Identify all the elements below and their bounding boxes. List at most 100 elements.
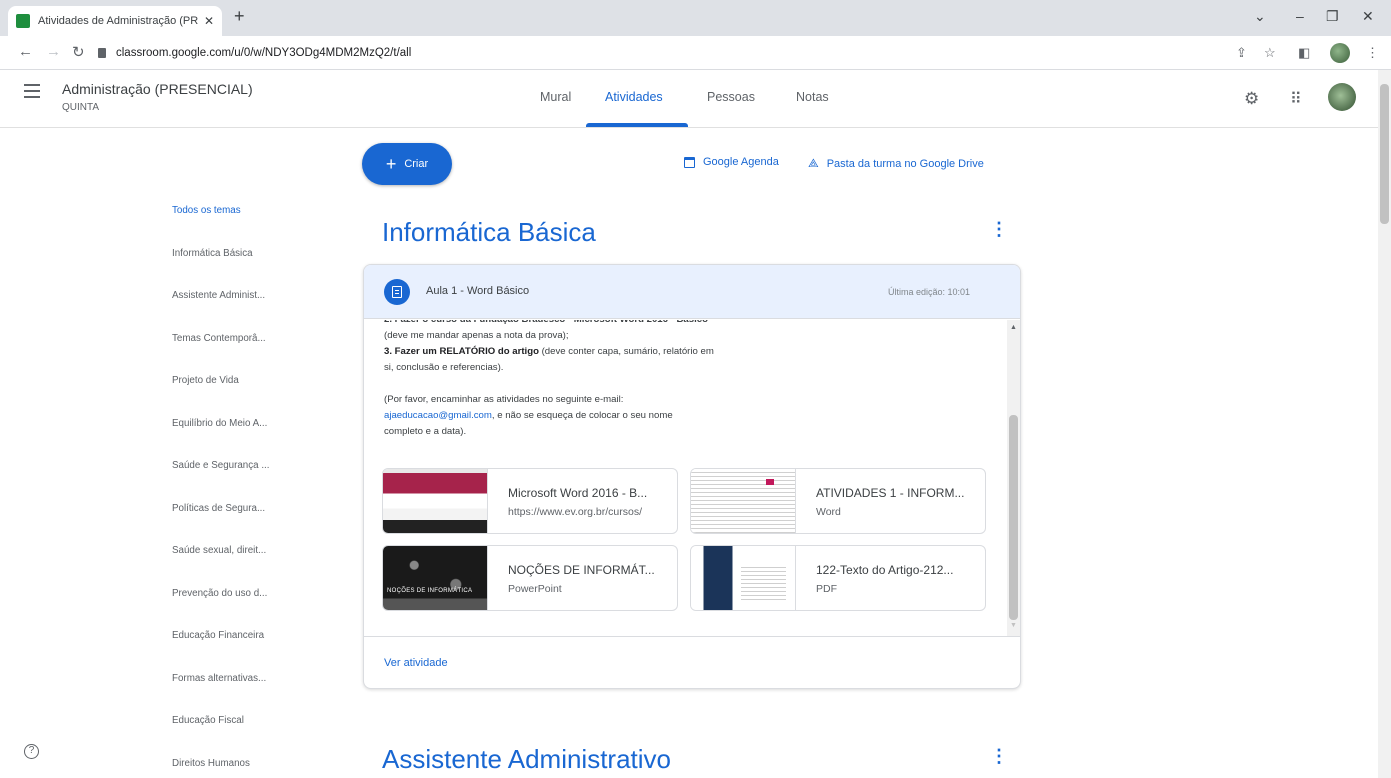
assignment-title: Aula 1 - Word Básico — [426, 285, 530, 297]
google-calendar-link[interactable]: Google Agenda — [684, 156, 779, 168]
attachment-word-course[interactable]: Microsoft Word 2016 - B... https://www.e… — [382, 468, 678, 534]
card-body: 2. Fazer o curso da Fundação Bradesco - … — [364, 320, 1020, 636]
lock-icon — [98, 48, 106, 58]
menu-icon[interactable] — [24, 84, 40, 98]
desc-line: completo e a data). — [384, 426, 467, 437]
calendar-link-label: Google Agenda — [703, 156, 779, 168]
topic-item[interactable]: Temas Contemporâ... — [172, 333, 292, 376]
topics-sidebar: Todos os temas Informática Básica Assist… — [172, 205, 292, 778]
attachment-thumbnail: NOÇÕES DE INFORMÁTICA — [383, 546, 488, 610]
more-vert-icon[interactable]: ⋮ — [990, 746, 1008, 767]
last-edited: Última edição: 10:01 — [887, 287, 970, 297]
tab-pessoas[interactable]: Pessoas — [707, 90, 755, 104]
topic-item[interactable]: Equilíbrio do Meio A... — [172, 418, 292, 461]
minimize-icon[interactable]: – — [1296, 8, 1304, 24]
new-tab-icon[interactable]: + — [234, 6, 245, 27]
address-bar[interactable]: classroom.google.com/u/0/w/NDY3ODg4MDM2M… — [98, 41, 1218, 65]
attachment-atividades-word[interactable]: ATIVIDADES 1 - INFORM... Word — [690, 468, 986, 534]
browser-menu-icon[interactable]: ⋮ — [1366, 45, 1379, 61]
more-vert-icon[interactable]: ⋮ — [990, 219, 1008, 240]
drive-icon: ⟁ — [808, 156, 819, 170]
reload-icon[interactable]: ↻ — [72, 43, 85, 61]
topic-item[interactable]: Projeto de Vida — [172, 375, 292, 418]
card-header[interactable]: Aula 1 - Word Básico Última edição: 10:0… — [364, 265, 1020, 319]
desc-bold: 3. Fazer um RELATÓRIO do artigo — [384, 346, 539, 357]
attachment-title: ATIVIDADES 1 - INFORM... — [816, 486, 965, 500]
help-icon[interactable]: ? — [24, 744, 39, 759]
attachment-title: Microsoft Word 2016 - B... — [508, 486, 648, 500]
section-title: Assistente Administrativo — [382, 744, 672, 774]
drive-folder-link[interactable]: ⟁ Pasta da turma no Google Drive — [808, 156, 984, 171]
desc-line: (Por favor, encaminhar as atividades no … — [384, 394, 624, 405]
scroll-thumb[interactable] — [1009, 415, 1018, 620]
desc-line: si, conclusão e referencias). — [384, 362, 504, 373]
attachment-subtitle: Word — [816, 506, 841, 518]
class-title[interactable]: Administração (PRESENCIAL) — [62, 81, 253, 97]
browser-tabbar: Atividades de Administração (PR ✕ + ⌄ – … — [0, 0, 1391, 36]
forward-icon[interactable]: → — [46, 43, 61, 60]
attachment-thumbnail — [691, 546, 796, 610]
classroom-favicon-icon — [16, 14, 30, 28]
bookmark-star-icon[interactable]: ☆ — [1264, 45, 1276, 61]
calendar-icon — [684, 156, 695, 168]
attachment-thumbnail — [691, 469, 796, 533]
scroll-up-icon[interactable]: ▲ — [1010, 324, 1017, 331]
desc-line: 3. Fazer um RELATÓRIO do artigo (deve co… — [384, 344, 784, 360]
active-tab-indicator — [586, 123, 688, 127]
topic-item[interactable]: Saúde e Segurança ... — [172, 460, 292, 503]
card-footer: Ver atividade — [364, 636, 1020, 688]
topic-item[interactable]: Saúde sexual, direit... — [172, 545, 292, 588]
assignment-icon — [384, 279, 410, 305]
tab-search-icon[interactable]: ⌄ — [1254, 8, 1266, 25]
browser-profile-avatar[interactable] — [1330, 43, 1350, 63]
topic-item[interactable]: Educação Financeira — [172, 630, 292, 673]
topic-item[interactable]: Políticas de Segura... — [172, 503, 292, 546]
close-tab-icon[interactable]: ✕ — [204, 14, 214, 28]
tab-atividades[interactable]: Atividades — [605, 90, 663, 104]
attachment-subtitle: https://www.ev.org.br/cursos/ — [508, 506, 643, 518]
settings-icon[interactable]: ⚙ — [1244, 89, 1259, 109]
share-icon[interactable]: ⇪ — [1236, 45, 1247, 61]
drive-link-label: Pasta da turma no Google Drive — [826, 157, 984, 170]
apps-icon[interactable]: ⠿ — [1290, 89, 1302, 109]
url-text: classroom.google.com/u/0/w/NDY3ODg4MDM2M… — [116, 47, 412, 59]
restore-icon[interactable]: ❐ — [1326, 8, 1339, 25]
desc-line: 2. Fazer o curso da Fundação Bradesco - … — [384, 320, 784, 328]
window-close-icon[interactable]: ✕ — [1362, 8, 1374, 25]
topic-item[interactable]: Informática Básica — [172, 248, 292, 291]
attachment-powerpoint[interactable]: NOÇÕES DE INFORMÁTICA NOÇÕES DE INFORMÁT… — [382, 545, 678, 611]
attachment-pdf[interactable]: 122-Texto do Artigo-212... PDF — [690, 545, 986, 611]
attachment-subtitle: PowerPoint — [508, 583, 562, 595]
side-panel-icon[interactable]: ◧ — [1298, 45, 1310, 61]
create-button[interactable]: + Criar — [362, 143, 452, 185]
section-title: Informática Básica — [382, 217, 596, 247]
attachment-title: NOÇÕES DE INFORMÁT... — [508, 563, 655, 577]
page-scrollbar[interactable] — [1378, 70, 1391, 778]
scroll-down-icon[interactable]: ▼ — [1010, 622, 1017, 629]
topic-item[interactable]: Assistente Administ... — [172, 290, 292, 333]
topic-item[interactable]: Formas alternativas... — [172, 673, 292, 716]
classroom-header: Administração (PRESENCIAL) QUINTA Mural … — [0, 70, 1391, 128]
attachment-title: 122-Texto do Artigo-212... — [816, 563, 954, 577]
email-link[interactable]: ajaeducacao@gmail.com — [384, 410, 492, 421]
card-scrollbar[interactable]: ▲ ▼ — [1007, 320, 1020, 636]
topic-item[interactable]: Educação Fiscal — [172, 715, 292, 758]
assignment-description: 2. Fazer o curso da Fundação Bradesco - … — [384, 320, 784, 440]
desc-text: , e não se esqueça de colocar o seu nome — [491, 410, 673, 421]
assignment-card: Aula 1 - Word Básico Última edição: 10:0… — [363, 264, 1021, 689]
browser-tab[interactable]: Atividades de Administração (PR ✕ — [8, 6, 222, 36]
desc-text: (deve conter capa, sumário, relatório em — [538, 346, 714, 357]
topic-item[interactable]: Prevenção do uso d... — [172, 588, 292, 631]
attachment-thumbnail — [383, 469, 488, 533]
back-icon[interactable]: ← — [18, 43, 33, 60]
topic-item[interactable]: Direitos Humanos — [172, 758, 292, 778]
avatar[interactable] — [1328, 83, 1356, 111]
browser-toolbar: ← → ↻ classroom.google.com/u/0/w/NDY3ODg… — [0, 36, 1391, 70]
tab-notas[interactable]: Notas — [796, 90, 829, 104]
topic-all[interactable]: Todos os temas — [172, 205, 292, 248]
browser-tab-title: Atividades de Administração (PR — [38, 15, 198, 27]
attachment-subtitle: PDF — [816, 583, 837, 595]
create-button-label: Criar — [404, 158, 429, 170]
view-activity-link[interactable]: Ver atividade — [384, 657, 448, 669]
tab-mural[interactable]: Mural — [540, 90, 571, 104]
